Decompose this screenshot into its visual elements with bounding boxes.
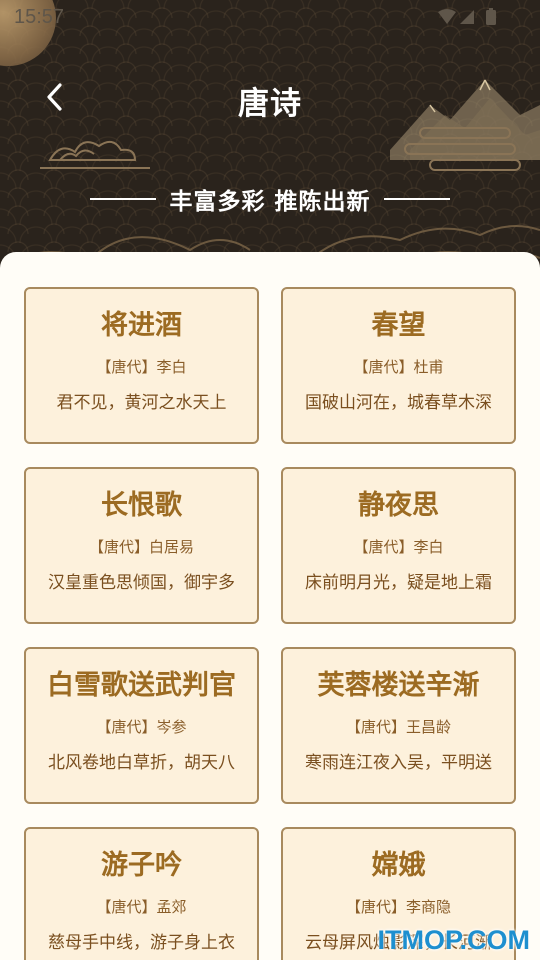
poem-first-line: 北风卷地白草折，胡天八 <box>48 753 235 773</box>
poem-title: 芙蓉楼送辛渐 <box>317 670 480 701</box>
poem-title: 嫦娥 <box>371 850 426 881</box>
poem-title: 静夜思 <box>358 490 439 521</box>
poem-author: 【唐代】李白 <box>353 538 444 556</box>
status-time: 15:57 <box>14 6 65 28</box>
poem-first-line: 国破山河在，城春草木深 <box>305 393 492 413</box>
poem-title: 长恨歌 <box>101 490 182 521</box>
poem-author: 【唐代】孟郊 <box>96 898 187 916</box>
watermark: ITMOP.COM <box>377 925 530 955</box>
poem-first-line: 慈母手中线，游子身上衣 <box>48 933 235 953</box>
poem-card[interactable]: 白雪歌送武判官 【唐代】岑参 北风卷地白草折，胡天八 <box>24 647 259 804</box>
poem-author: 【唐代】李白 <box>96 358 187 376</box>
poem-author: 【唐代】杜甫 <box>353 358 444 376</box>
poem-first-line: 君不见，黄河之水天上 <box>56 393 227 413</box>
page-title: 唐诗 <box>238 86 302 122</box>
poem-list-panel: 将进酒 【唐代】李白 君不见，黄河之水天上 春望 【唐代】杜甫 国破山河在，城春… <box>0 252 540 960</box>
poem-first-line: 寒雨连江夜入吴，平明送 <box>305 753 492 773</box>
poem-author: 【唐代】白居易 <box>88 538 194 556</box>
poem-card[interactable]: 静夜思 【唐代】李白 床前明月光，疑是地上霜 <box>281 467 516 624</box>
divider-line <box>384 198 450 200</box>
poem-title: 白雪歌送武判官 <box>47 670 236 701</box>
status-icons <box>438 8 496 25</box>
poem-author: 【唐代】王昌龄 <box>345 718 451 736</box>
poem-title: 游子吟 <box>101 850 182 881</box>
wifi-icon <box>438 9 456 24</box>
poem-card[interactable]: 游子吟 【唐代】孟郊 慈母手中线，游子身上衣 <box>24 827 259 960</box>
header-banner <box>0 0 540 290</box>
poem-first-line: 汉皇重色思倾国，御宇多 <box>48 573 235 593</box>
poem-grid: 将进酒 【唐代】李白 君不见，黄河之水天上 春望 【唐代】杜甫 国破山河在，城春… <box>24 287 516 960</box>
poem-author: 【唐代】岑参 <box>96 718 187 736</box>
signal-icon <box>460 10 474 24</box>
poem-author: 【唐代】李商隐 <box>345 898 451 916</box>
poem-title: 将进酒 <box>101 310 182 341</box>
poem-card[interactable]: 将进酒 【唐代】李白 君不见，黄河之水天上 <box>24 287 259 444</box>
status-bar: 15:57 <box>0 0 540 36</box>
poem-title: 春望 <box>371 310 426 341</box>
poem-card[interactable]: 春望 【唐代】杜甫 国破山河在，城春草木深 <box>281 287 516 444</box>
battery-icon <box>486 10 496 25</box>
poem-card[interactable]: 芙蓉楼送辛渐 【唐代】王昌龄 寒雨连江夜入吴，平明送 <box>281 647 516 804</box>
poem-card[interactable]: 长恨歌 【唐代】白居易 汉皇重色思倾国，御宇多 <box>24 467 259 624</box>
cloud-decoration-icon <box>40 140 150 169</box>
cloud-decoration-icon <box>404 127 521 171</box>
poem-first-line: 床前明月光，疑是地上霜 <box>305 573 492 593</box>
tagline: 丰富多彩 推陈出新 <box>169 188 371 215</box>
